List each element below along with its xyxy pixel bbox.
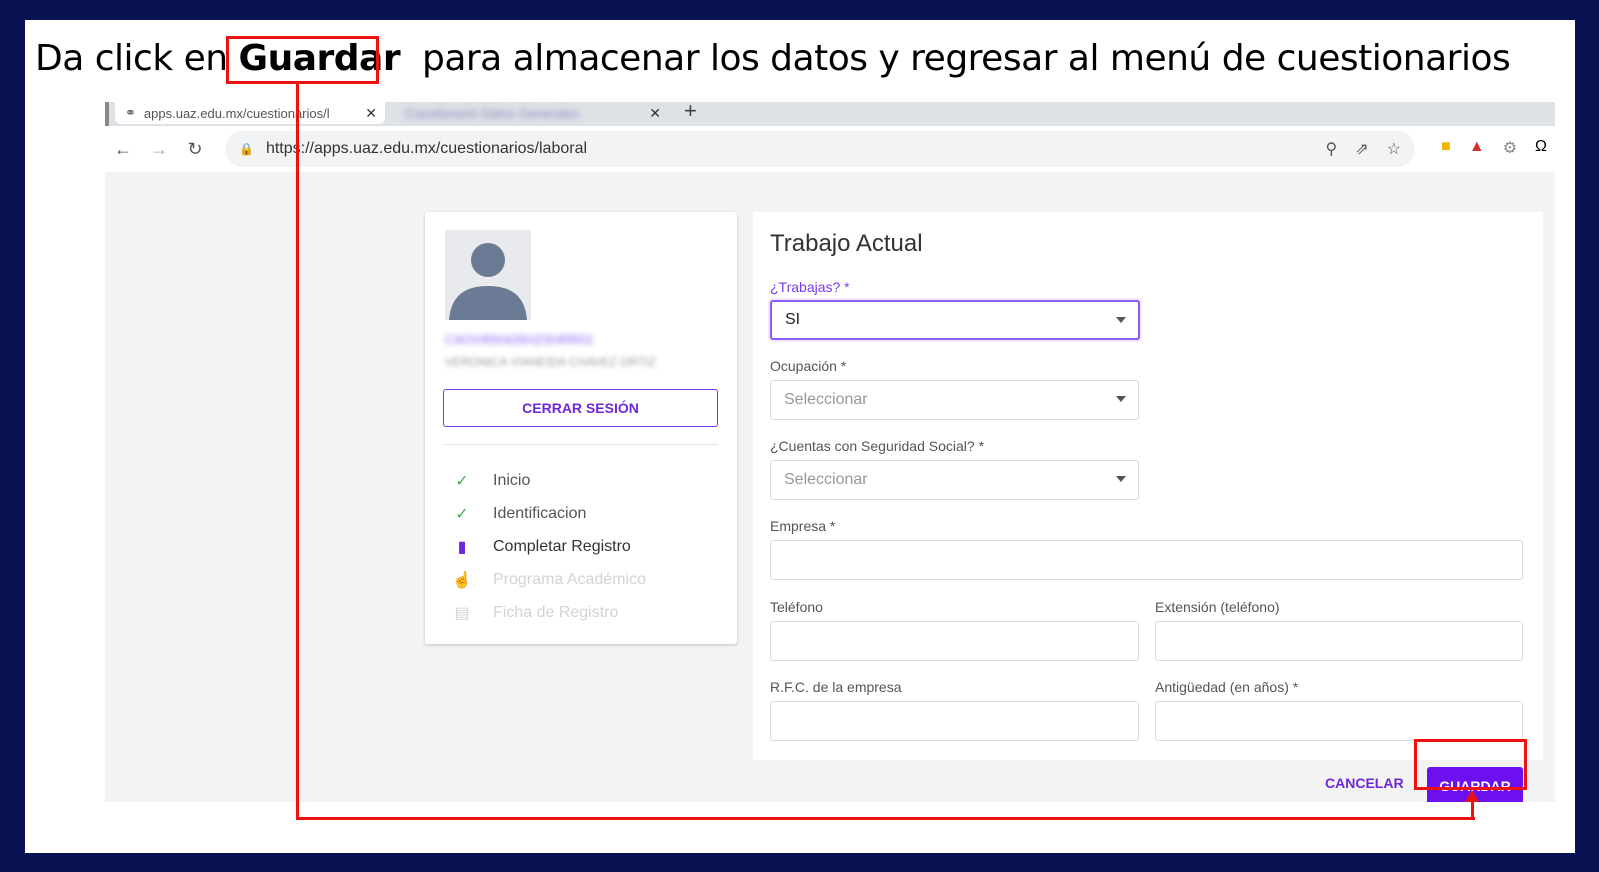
browser-window: ⚭ apps.uaz.edu.mx/cuestionarios/l ✕ Cues… (105, 102, 1555, 802)
form-title: Trabajo Actual (770, 230, 923, 257)
extension-input[interactable] (1155, 621, 1523, 661)
step-label: Completar Registro (493, 537, 631, 555)
user-fullname: VERONICA VIANEIDA CHAVEZ ORTIZ (445, 355, 656, 369)
telefono-label: Teléfono (770, 599, 823, 615)
arrow-line (296, 817, 1475, 820)
chevron-down-icon (1116, 476, 1126, 482)
step-inicio[interactable]: ✓ Inicio (451, 464, 646, 497)
highlight-box (226, 36, 379, 84)
instruction-suffix: para almacenar los datos y regresar al m… (421, 38, 1511, 79)
step-completar-registro[interactable]: ▮ Completar Registro (451, 530, 646, 563)
globe-icon: ⚭ (125, 105, 136, 120)
save-highlight-box (1414, 739, 1527, 790)
step-ficha-registro: ▤ Ficha de Registro (451, 596, 646, 629)
cancel-button[interactable]: CANCELAR (1325, 775, 1404, 791)
lock-icon: 🔒 (239, 142, 254, 156)
chevron-down-icon (1116, 396, 1126, 402)
chevron-down-icon (1116, 317, 1126, 323)
tutorial-slide: Da click en Guardar para almacenar los d… (25, 20, 1575, 853)
rfc-label: R.F.C. de la empresa (770, 679, 902, 695)
extension-icons: ■ ▲ ⚙ Ω (1441, 138, 1547, 158)
check-icon: ✓ (455, 505, 469, 523)
omega-icon[interactable]: Ω (1535, 138, 1547, 158)
empresa-label: Empresa * (770, 518, 836, 534)
ocupacion-placeholder: Seleccionar (784, 391, 868, 408)
seguridad-social-select[interactable]: Seleccionar (770, 460, 1139, 500)
share-icon[interactable]: ⇗ (1355, 139, 1368, 159)
close-icon[interactable]: ✕ (649, 105, 661, 122)
close-icon[interactable]: ✕ (365, 105, 377, 122)
book-icon: ▮ (457, 538, 467, 556)
document-icon: ▤ (454, 604, 470, 622)
settings-icon[interactable]: ⚙ (1503, 138, 1517, 158)
extension-label: Extensión (teléfono) (1155, 599, 1280, 615)
username: CAOV850426HZSHRR01 (445, 332, 594, 347)
avatar (445, 230, 531, 320)
back-arrow-icon[interactable]: ← (105, 139, 141, 160)
address-bar[interactable]: 🔒 https://apps.uaz.edu.mx/cuestionarios/… (225, 131, 1415, 167)
divider (443, 444, 718, 445)
forward-arrow-icon[interactable]: → (141, 139, 177, 160)
tab-title: apps.uaz.edu.mx/cuestionarios/l (143, 105, 330, 121)
logout-button[interactable]: CERRAR SESIÓN (443, 389, 718, 427)
user-silhouette-icon (449, 243, 527, 320)
step-label: Inicio (493, 471, 531, 489)
steps-list: ✓ Inicio ✓ Identificacion ▮ Completar Re… (451, 464, 646, 629)
profile-card: CAOV850426HZSHRR01 VERONICA VIANEIDA CHA… (425, 212, 737, 644)
trabajas-label: ¿Trabajas? * (770, 279, 850, 295)
url-text: https://apps.uaz.edu.mx/cuestionarios/la… (265, 140, 588, 157)
work-form: Trabajo Actual ¿Trabajas? * SI Ocupación… (753, 212, 1543, 802)
check-icon: ✓ (455, 472, 469, 490)
browser-tab-active[interactable]: ⚭ apps.uaz.edu.mx/cuestionarios/l ✕ (115, 102, 385, 124)
tab-title: Cuestionario Datos Generales (405, 105, 580, 121)
telefono-input[interactable] (770, 621, 1139, 661)
trabajas-select[interactable]: SI (770, 300, 1140, 340)
reload-icon[interactable]: ↻ (177, 139, 213, 160)
instruction-prefix: Da click en (35, 38, 228, 79)
extension-icon[interactable]: ■ (1441, 138, 1451, 158)
browser-tab[interactable]: Cuestionario Datos Generales ✕ (399, 102, 669, 124)
star-icon[interactable]: ☆ (1387, 139, 1401, 159)
seguridad-social-label: ¿Cuentas con Seguridad Social? * (770, 438, 985, 454)
arrow-up-icon (1465, 790, 1479, 802)
megaphone-icon[interactable]: ▲ (1469, 138, 1485, 158)
step-identificacion[interactable]: ✓ Identificacion (451, 497, 646, 530)
plus-icon[interactable]: + (684, 102, 697, 124)
zoom-icon[interactable]: ⚲ (1326, 139, 1338, 159)
step-programa-academico: ☝ Programa Académico (451, 563, 646, 596)
rfc-input[interactable] (770, 701, 1139, 741)
antiguedad-input[interactable] (1155, 701, 1523, 741)
step-label: Programa Académico (493, 570, 646, 588)
page-content: CAOV850426HZSHRR01 VERONICA VIANEIDA CHA… (105, 172, 1555, 802)
seguridad-social-placeholder: Seleccionar (784, 471, 868, 488)
empresa-input[interactable] (770, 540, 1523, 580)
tab-strip: ⚭ apps.uaz.edu.mx/cuestionarios/l ✕ Cues… (105, 102, 1555, 126)
antiguedad-label: Antigüedad (en años) * (1155, 679, 1299, 695)
arrow-line (1471, 801, 1474, 820)
hand-icon: ☝ (452, 571, 472, 589)
step-label: Identificacion (493, 504, 587, 522)
step-label: Ficha de Registro (493, 603, 619, 621)
trabajas-value: SI (785, 311, 801, 328)
ocupacion-label: Ocupación * (770, 358, 847, 374)
ocupacion-select[interactable]: Seleccionar (770, 380, 1139, 420)
browser-toolbar: ← → ↻ 🔒 https://apps.uaz.edu.mx/cuestion… (105, 126, 1555, 172)
arrow-line (296, 84, 299, 820)
